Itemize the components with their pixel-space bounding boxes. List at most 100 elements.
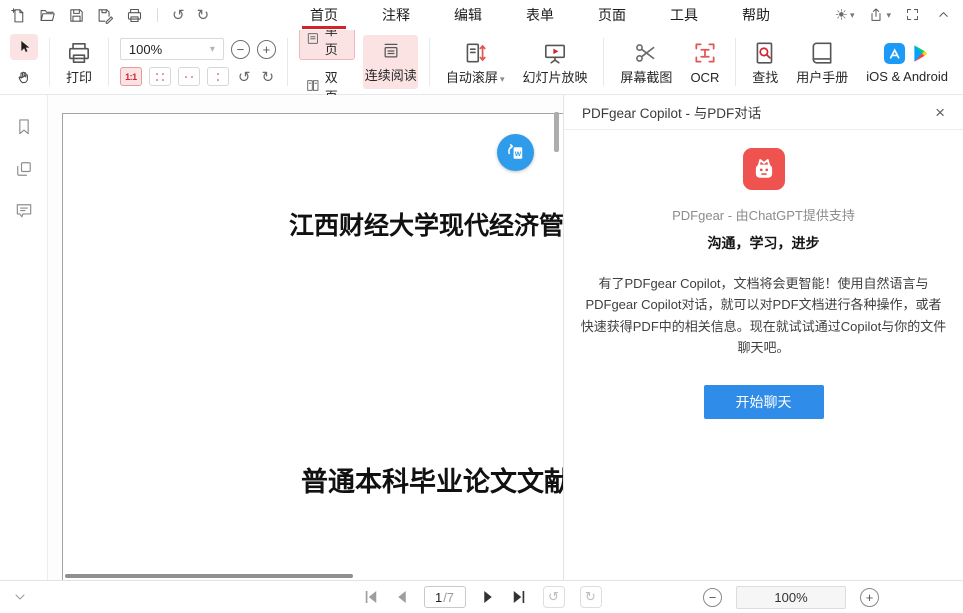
- zoom-level-value: 100%: [129, 42, 162, 57]
- next-view-button[interactable]: ↻: [580, 586, 602, 608]
- convert-to-word-button[interactable]: W: [497, 134, 534, 171]
- print-button[interactable]: 打印: [57, 30, 101, 94]
- toolbar-separator: [735, 38, 736, 86]
- continuous-reading-button[interactable]: 连续阅读: [363, 35, 418, 89]
- tab-tools[interactable]: 工具: [656, 0, 712, 30]
- share-icon: [868, 7, 884, 23]
- horizontal-scrollbar-thumb[interactable]: [65, 574, 353, 578]
- book-icon: [809, 40, 835, 66]
- save-icon[interactable]: [68, 7, 85, 24]
- copilot-panel-title: PDFgear Copilot - 与PDF对话: [582, 102, 761, 122]
- previous-view-button[interactable]: ↺: [543, 586, 565, 608]
- continuous-reading-icon: [380, 41, 402, 61]
- first-page-button[interactable]: [362, 588, 380, 606]
- find-icon: [752, 40, 778, 66]
- slideshow-button[interactable]: 幻灯片放映: [513, 30, 596, 94]
- print-label: 打印: [66, 71, 92, 84]
- tab-help[interactable]: 帮助: [728, 0, 784, 30]
- tab-edit[interactable]: 编辑: [440, 0, 496, 30]
- bookmarks-icon[interactable]: [14, 117, 34, 137]
- redo-icon[interactable]: ↻: [197, 8, 210, 23]
- copilot-description: 有了PDFgear Copilot，文档将会更智能！使用自然语言与PDFgear…: [564, 273, 963, 359]
- zoom-in-button[interactable]: +: [257, 40, 276, 59]
- user-manual-label: 用户手册: [796, 71, 848, 84]
- status-bar: 1 /7 ↺ ↻ − 100% +: [0, 580, 963, 613]
- app-store-icon: [883, 42, 906, 65]
- open-folder-icon[interactable]: [39, 7, 56, 24]
- zoom-out-button[interactable]: −: [703, 588, 722, 607]
- tab-annotate[interactable]: 注释: [368, 0, 424, 30]
- last-page-button[interactable]: [510, 588, 528, 606]
- find-button[interactable]: 查找: [743, 30, 787, 94]
- document-title-text: 江西财经大学现代经济管理: [289, 206, 563, 242]
- fit-width-button[interactable]: [178, 67, 200, 86]
- toolbar-separator: [287, 38, 288, 86]
- collapse-sidebar-icon[interactable]: [12, 589, 28, 605]
- vertical-scrollbar-thumb[interactable]: [554, 112, 559, 152]
- start-chat-button[interactable]: 开始聊天: [704, 385, 824, 419]
- document-subtitle-text: 普通本科毕业论文文献综: [301, 460, 563, 499]
- pdf-page[interactable]: 江西财经大学现代经济管理 普通本科毕业论文文献综: [62, 113, 563, 580]
- share-dropdown[interactable]: ▾: [868, 7, 891, 23]
- chevron-down-icon: ▾: [210, 44, 215, 55]
- collapse-toolbar-icon[interactable]: [936, 7, 953, 24]
- fit-height-button[interactable]: [207, 67, 229, 86]
- zoom-out-button[interactable]: −: [231, 40, 250, 59]
- new-file-icon[interactable]: [10, 7, 27, 24]
- autoscroll-icon: [462, 40, 488, 66]
- copilot-panel-body: PDFgear - 由ChatGPT提供支持 沟通，学习，进步 有了PDFgea…: [564, 130, 963, 419]
- copilot-panel: PDFgear Copilot - 与PDF对话 × PDFgear - 由Ch…: [563, 95, 963, 580]
- find-label: 查找: [752, 71, 778, 84]
- zoom-level-select[interactable]: 100% ▾: [120, 38, 224, 60]
- printer-icon: [66, 40, 92, 66]
- copilot-robot-icon: [743, 148, 785, 190]
- tab-forms[interactable]: 表单: [512, 0, 568, 30]
- google-play-icon: [910, 43, 931, 64]
- toolbar-separator: [49, 38, 50, 86]
- undo-icon[interactable]: ↺: [172, 8, 185, 23]
- comments-icon[interactable]: [14, 201, 34, 221]
- user-manual-button[interactable]: 用户手册: [787, 30, 857, 94]
- toolbar-separator: [429, 38, 430, 86]
- word-convert-icon: W: [504, 141, 527, 164]
- fullscreen-icon[interactable]: [905, 7, 922, 24]
- hand-tool-button[interactable]: [10, 64, 38, 90]
- close-icon[interactable]: ×: [935, 104, 945, 121]
- left-sidebar: [0, 95, 48, 580]
- view-mode-tools: 单页 双页 连续阅读: [295, 30, 422, 94]
- titlebar-separator: [157, 8, 158, 22]
- tab-home[interactable]: 首页: [296, 0, 352, 30]
- previous-page-button[interactable]: [393, 588, 411, 606]
- titlebar: ↺ ↻ 首页 注释 编辑 表单 页面 工具 帮助 ☀ ▾ ▾: [0, 0, 963, 30]
- zoom-level-display[interactable]: 100%: [736, 586, 846, 609]
- print-icon[interactable]: [126, 7, 143, 24]
- save-as-icon[interactable]: [97, 7, 114, 24]
- copilot-tagline: 沟通，学习，进步: [708, 233, 820, 253]
- page-number-input[interactable]: 1 /7: [424, 586, 466, 608]
- menu-tabs: 首页 注释 编辑 表单 页面 工具 帮助: [296, 0, 800, 30]
- autoscroll-button[interactable]: 自动滚屏▾: [437, 30, 514, 94]
- document-viewport[interactable]: 江西财经大学现代经济管理 普通本科毕业论文文献综 W: [48, 95, 563, 580]
- ocr-icon: [692, 40, 718, 66]
- double-page-icon: [306, 78, 320, 93]
- theme-dropdown[interactable]: ☀ ▾: [834, 8, 854, 23]
- fit-page-button[interactable]: [149, 67, 171, 86]
- single-page-icon: [306, 31, 320, 46]
- next-page-button[interactable]: [479, 588, 497, 606]
- actual-size-button[interactable]: 1:1: [120, 67, 142, 86]
- rotate-right-icon[interactable]: ↻: [259, 68, 276, 86]
- tab-pages[interactable]: 页面: [584, 0, 640, 30]
- screenshot-button[interactable]: 屏幕截图: [611, 30, 681, 94]
- mobile-apps-label: iOS & Android: [866, 70, 948, 83]
- screenshot-label: 屏幕截图: [620, 71, 672, 84]
- page-thumbnails-icon[interactable]: [14, 159, 34, 179]
- rotate-left-icon[interactable]: ↺: [236, 68, 253, 86]
- toolbar-separator: [603, 38, 604, 86]
- toolbar: 打印 100% ▾ − + 1:1 ↺ ↻: [0, 30, 963, 95]
- cursor-tool-button[interactable]: [10, 34, 38, 60]
- zoom-in-button[interactable]: +: [860, 588, 879, 607]
- window-controls: ☀ ▾ ▾: [834, 7, 953, 24]
- ocr-button[interactable]: OCR: [681, 30, 728, 94]
- mobile-apps-button[interactable]: iOS & Android: [857, 30, 957, 94]
- quick-actions: ↺ ↻: [10, 7, 209, 24]
